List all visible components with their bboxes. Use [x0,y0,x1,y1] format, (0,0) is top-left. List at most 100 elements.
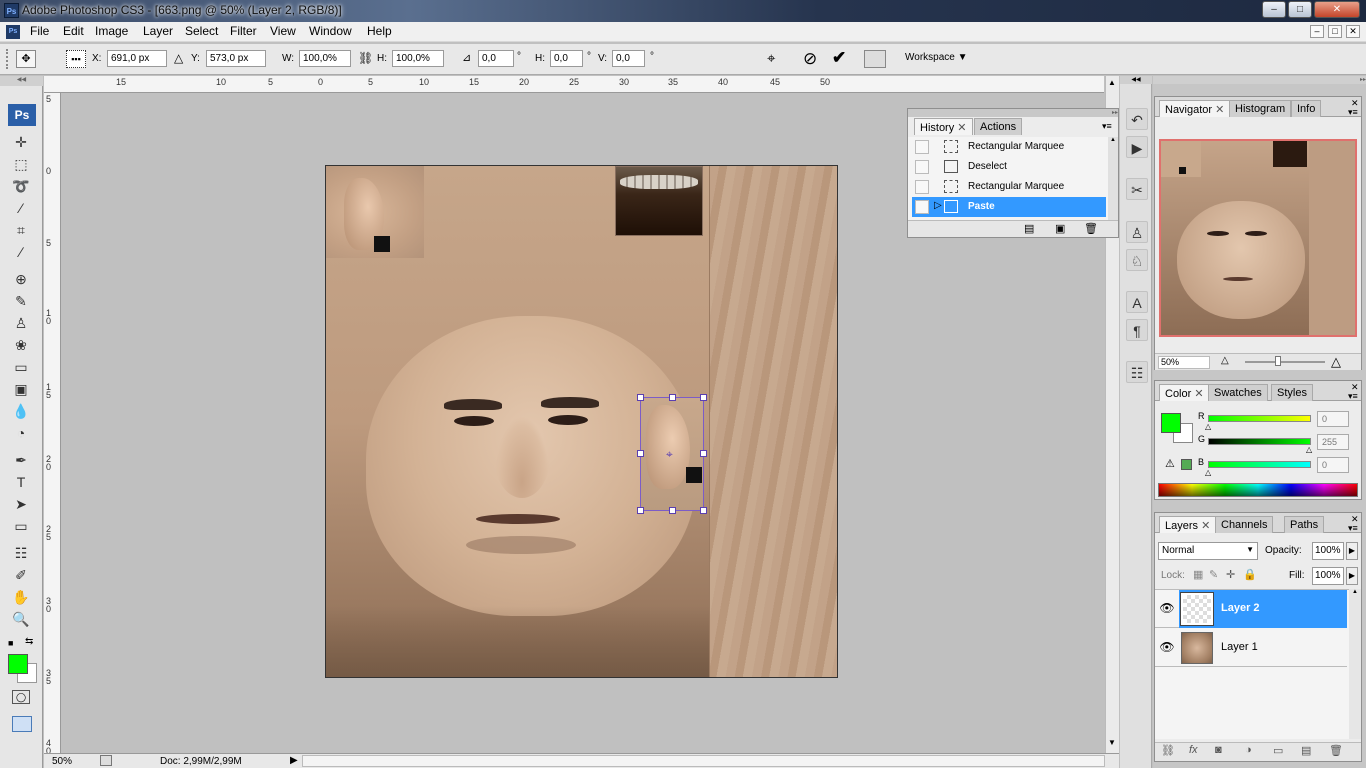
close-icon[interactable]: ✕ [957,122,966,134]
crop-tool-icon[interactable]: ⌗ [10,220,32,240]
g-slider-thumb[interactable]: △ [1306,445,1312,454]
dodge-tool-icon[interactable]: ◔ [10,423,32,443]
actions-panel-icon[interactable]: ▶ [1126,136,1148,158]
close-icon[interactable]: ✕ [1201,520,1210,532]
r-slider[interactable] [1208,415,1311,422]
default-colors-icon[interactable]: ■ [8,638,13,648]
new-group-icon[interactable]: ▭ [1273,744,1283,757]
y-field[interactable]: 573,0 px [206,50,266,67]
lock-image-icon[interactable]: ✎ [1209,568,1218,581]
document-canvas[interactable]: ⌖ [325,165,838,678]
close-icon[interactable]: ✕ [1215,104,1224,116]
gradient-tool-icon[interactable]: ▣ [10,379,32,399]
layer-name[interactable]: Layer 1 [1221,641,1258,653]
transform-center-icon[interactable]: ⌖ [666,447,673,462]
vskew-field[interactable]: 0,0 [612,50,645,67]
navigator-zoom-field[interactable]: 50% [1158,356,1210,369]
navigator-zoom-slider[interactable] [1245,361,1325,363]
r-slider-thumb[interactable]: △ [1205,422,1211,431]
scroll-down-icon[interactable]: ▼ [1108,738,1116,747]
eye-icon[interactable]: 👁 [1159,601,1175,617]
zoom-tool-icon[interactable]: 🔍 [10,609,32,629]
blend-mode-select[interactable]: Normal ▼ [1158,542,1258,560]
new-layer-icon[interactable]: ▤ [1301,744,1311,757]
menu-window[interactable]: Window [309,24,352,38]
menu-file[interactable]: File [30,24,49,38]
transform-handle-br[interactable] [700,507,707,514]
zoom-slider-thumb[interactable] [1275,356,1281,366]
menu-view[interactable]: View [270,24,296,38]
history-item-selected[interactable]: ▷ Paste [912,197,1106,217]
scroll-up-icon[interactable]: ▲ [1108,78,1116,87]
tab-history[interactable]: History ✕ [914,118,973,135]
layer-row[interactable]: 👁 Layer 2 [1155,590,1347,628]
warp-icon[interactable]: ⌖ [767,50,775,67]
blur-tool-icon[interactable]: 💧 [10,401,32,421]
angle-field[interactable]: 0,0 [478,50,514,67]
zoom-out-icon[interactable]: △ [1221,355,1229,366]
tab-color[interactable]: Color ✕ [1159,384,1210,401]
fill-arrow-icon[interactable]: ▶ [1346,567,1358,585]
new-snapshot-icon[interactable]: ▣ [1055,222,1065,235]
color-spectrum-ramp[interactable] [1158,483,1358,497]
pen-tool-icon[interactable]: ✒ [10,450,32,470]
character-panel-icon[interactable]: A [1126,291,1148,313]
clone-source-icon[interactable]: ♘ [1126,249,1148,271]
transform-handle-ml[interactable] [637,450,644,457]
layer-name[interactable]: Layer 2 [1221,602,1260,614]
doc-minimize-button[interactable]: ‒ [1310,25,1324,38]
g-slider[interactable] [1208,438,1311,445]
notes-tool-icon[interactable]: ☷ [10,543,32,563]
history-snapshot-checkbox[interactable] [915,140,929,154]
tool-preset-icon[interactable]: ✥ [16,50,36,68]
layer-style-icon[interactable]: fx [1189,744,1198,756]
transform-handle-bl[interactable] [637,507,644,514]
tab-histogram[interactable]: Histogram [1229,100,1292,117]
maximize-button[interactable]: □ [1288,1,1312,18]
transform-handle-tl[interactable] [637,394,644,401]
transform-handle-tm[interactable] [669,394,676,401]
layers-scrollbar[interactable]: ▲ [1349,589,1361,739]
path-selection-tool-icon[interactable]: ➤ [10,494,32,514]
tab-channels[interactable]: Channels [1215,516,1274,533]
tab-styles[interactable]: Styles [1271,384,1313,401]
r-value-field[interactable]: 0 [1317,411,1349,427]
delta-icon[interactable]: △ [174,51,183,65]
transform-handle-mr[interactable] [700,450,707,457]
gamut-color-swatch[interactable] [1181,459,1192,470]
layer-comps-icon[interactable]: ☷ [1126,361,1148,383]
trash-icon[interactable]: 🗑 [1084,222,1098,235]
lasso-tool-icon[interactable]: ➰ [10,176,32,196]
tab-info[interactable]: Info [1291,100,1322,117]
history-snapshot-checkbox[interactable] [915,180,929,194]
history-panel-icon[interactable]: ↶ [1126,108,1148,130]
tool-presets-icon[interactable]: ♙ [1126,221,1148,243]
status-icon[interactable] [100,755,112,766]
tab-swatches[interactable]: Swatches [1208,384,1268,401]
reference-point-icon[interactable]: ▪▪▪ [66,50,86,68]
quick-mask-icon[interactable]: ◯ [12,690,30,704]
history-item[interactable]: Deselect [912,157,1106,177]
menu-select[interactable]: Select [185,24,218,38]
panel-menu-icon[interactable]: ▾≡ [1102,121,1112,132]
fill-field[interactable]: 100% [1312,567,1344,585]
adjustment-layer-icon[interactable]: ◑ [1245,744,1252,756]
healing-brush-tool-icon[interactable]: ⊕ [10,269,32,289]
layer-mask-icon[interactable]: ◙ [1215,744,1222,756]
tab-actions[interactable]: Actions [974,118,1023,135]
history-item[interactable]: Rectangular Marquee [912,177,1106,197]
palette-well-icon[interactable] [864,50,886,68]
doc-restore-button[interactable]: □ [1328,25,1342,38]
zoom-in-icon[interactable]: △ [1331,354,1341,370]
link-layers-icon[interactable]: ⛓ [1161,744,1175,757]
history-brush-tool-icon[interactable]: ❀ [10,335,32,355]
delete-layer-icon[interactable]: 🗑 [1329,744,1343,757]
h-field[interactable]: 100,0% [392,50,444,67]
menu-help[interactable]: Help [367,24,392,38]
horizontal-scrollbar[interactable] [302,755,1105,767]
brushes-panel-icon[interactable]: ✂ [1126,178,1148,200]
lock-position-icon[interactable]: ✛ [1226,568,1235,581]
menu-layer[interactable]: Layer [143,24,173,38]
lock-transparency-icon[interactable]: ▦ [1193,568,1203,581]
w-field[interactable]: 100,0% [299,50,351,67]
